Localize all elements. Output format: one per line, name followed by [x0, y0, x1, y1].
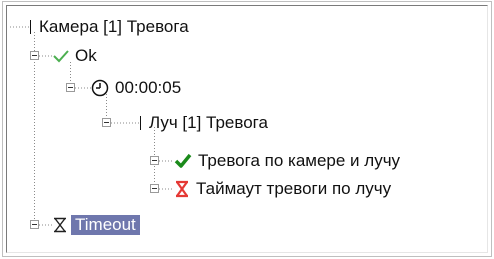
ok-expander[interactable] — [30, 51, 39, 60]
tree-view[interactable]: Камера [1] Тревога Ok 00:00:05 Луч [1] Т… — [6, 5, 488, 253]
tree-node-beam[interactable]: Луч [1] Тревога — [139, 110, 270, 136]
checkmark-icon — [174, 153, 192, 169]
tree-node-timeout[interactable]: Timeout — [53, 212, 140, 238]
timeout-expander[interactable] — [30, 220, 39, 229]
tree-node-label: Таймаут тревоги по лучу — [196, 179, 392, 198]
bar-icon — [29, 19, 33, 35]
tree-node-label: 00:00:05 — [115, 78, 182, 97]
timer-expander[interactable] — [66, 83, 75, 92]
beam-timeout-expander[interactable] — [150, 184, 159, 193]
alarm-camera-beam-expander[interactable] — [150, 156, 159, 165]
tree-node-timer[interactable]: 00:00:05 — [91, 75, 183, 101]
tree-node-ok[interactable]: Ok — [53, 43, 99, 69]
beam-expander[interactable] — [102, 118, 111, 127]
checkmark-icon — [53, 49, 69, 63]
tree-node-label: Ok — [75, 46, 97, 65]
hourglass-icon — [174, 180, 190, 198]
tree-node-label: Луч [1] Тревога — [149, 113, 268, 132]
tree-node-alarm-camera-beam[interactable]: Тревога по камере и лучу — [174, 148, 402, 174]
clock-icon — [91, 79, 109, 97]
tree-node-label: Камера [1] Тревога — [39, 17, 189, 36]
tree-node-camera[interactable]: Камера [1] Тревога — [29, 14, 191, 40]
bar-icon — [139, 115, 143, 131]
tree-node-beam-timeout[interactable]: Таймаут тревоги по лучу — [174, 176, 393, 202]
tree-node-label: Timeout — [71, 215, 140, 235]
hourglass-icon — [53, 217, 67, 233]
tree-panel: Камера [1] Тревога Ok 00:00:05 Луч [1] Т… — [2, 1, 492, 257]
tree-node-label: Тревога по камере и лучу — [198, 151, 401, 170]
